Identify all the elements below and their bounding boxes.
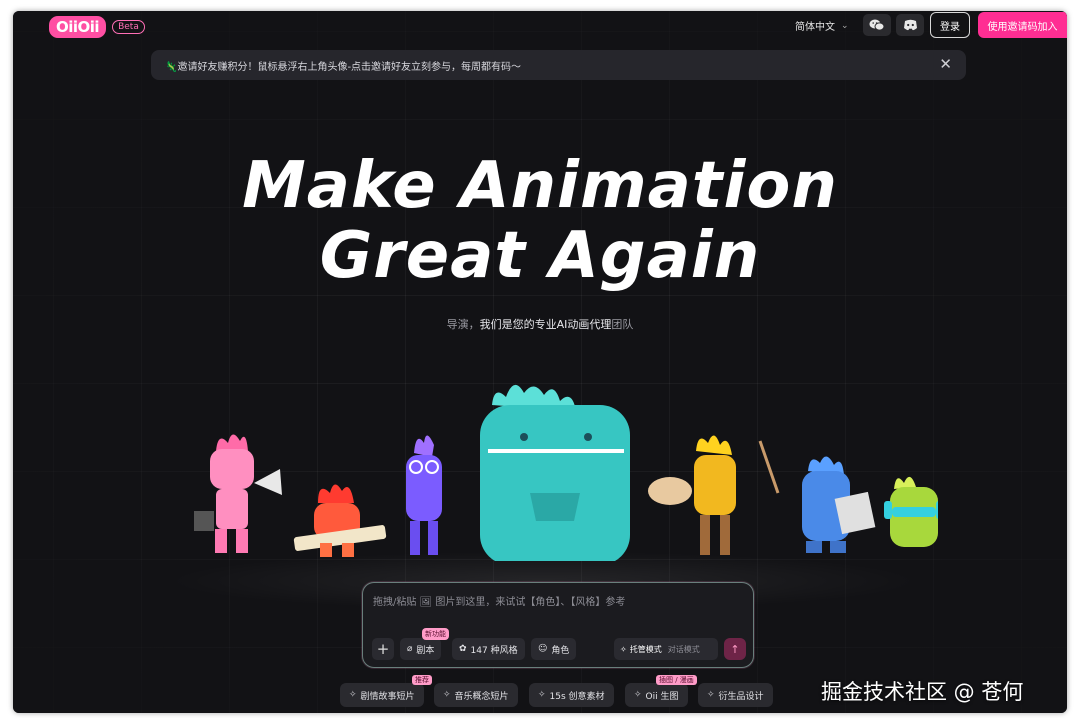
- wechat-button[interactable]: [863, 14, 891, 36]
- pink-mascot: [194, 434, 282, 553]
- green-mascot: [884, 476, 938, 547]
- managed-mode-tab[interactable]: ✧ 托管模式: [614, 644, 668, 655]
- send-button[interactable]: ↑: [724, 638, 746, 660]
- character-label: 角色: [551, 645, 570, 656]
- paperclip-icon: ⌀: [407, 644, 413, 654]
- script-label: 剧本: [416, 645, 435, 656]
- plus-icon: +: [376, 640, 390, 658]
- spark-icon: ✧: [620, 644, 627, 654]
- chip-music-short[interactable]: ✧ 音乐概念短片: [434, 683, 518, 707]
- character-button[interactable]: ☺ 角色: [531, 638, 577, 660]
- join-with-invite-button[interactable]: 使用邀请码加入: [978, 12, 1067, 38]
- yellow-painter-mascot: [648, 435, 780, 555]
- chevron-down-icon: ⌄: [841, 20, 849, 31]
- recommended-badge: 推荐: [412, 675, 432, 685]
- app-window: OiiOii Beta 简体中文 ⌄ 登录 使用邀请码加入 🦎邀请好友赚积分！鼠…: [13, 11, 1067, 713]
- login-button[interactable]: 登录: [930, 12, 970, 38]
- face-icon: ☺: [538, 644, 548, 654]
- wechat-icon: [869, 19, 885, 31]
- discord-button[interactable]: [896, 14, 924, 36]
- mode-toggle[interactable]: ✧ 托管模式 对话模式: [614, 638, 718, 660]
- chip-oii-image[interactable]: ✧ Oii 生图 插图 / 漫画: [625, 675, 697, 707]
- script-button[interactable]: ⌀ 剧本 新功能: [400, 628, 449, 660]
- chip-merch-design[interactable]: ✧ 衍生品设计: [698, 683, 773, 707]
- chip-15s-creative[interactable]: ✧ 15s 创意素材: [529, 683, 614, 707]
- watermark: 掘金技术社区 @ 苍何: [821, 680, 1024, 704]
- logo-text: OiiOii: [49, 16, 107, 38]
- language-label: 简体中文: [795, 22, 835, 33]
- style-button[interactable]: ✿ 147 种风格: [452, 638, 525, 660]
- sparkle-icon: ✧: [538, 690, 546, 700]
- invite-banner: 🦎邀请好友赚积分！鼠标悬浮右上角头像-点击邀请好友立刻参与，每周都有码～ ✕: [151, 50, 966, 80]
- sparkle-icon: ✧: [349, 690, 357, 700]
- chip-story-short[interactable]: ✧ 剧情故事短片 推荐: [340, 675, 432, 707]
- blue-mascot: [802, 456, 876, 553]
- banner-text: 🦎邀请好友赚积分！鼠标悬浮右上角头像-点击邀请好友立刻参与，每周都有码～: [165, 61, 522, 73]
- beta-badge: Beta: [112, 20, 145, 34]
- illustration-comic-badge: 插图 / 漫画: [656, 675, 697, 685]
- hero-title-line2: Great Again: [319, 219, 761, 293]
- new-feature-badge: 新功能: [422, 628, 449, 640]
- close-icon[interactable]: ✕: [939, 56, 952, 72]
- sparkle-icon: ✧: [707, 690, 715, 700]
- prompt-input-placeholder[interactable]: 拖拽/粘贴 🖼 图片到这里，来试试【角色】、【风格】参考: [373, 593, 625, 608]
- purple-mascot: [406, 435, 442, 555]
- discord-icon: [903, 19, 917, 31]
- prompt-input-box[interactable]: 拖拽/粘贴 🖼 图片到这里，来试试【角色】、【风格】参考 + ⌀ 剧本 新功能 …: [362, 582, 754, 668]
- mascot-characters-illustration: [194, 384, 938, 561]
- brand-logo[interactable]: OiiOii Beta: [49, 16, 145, 38]
- red-mascot: [293, 484, 387, 557]
- style-label: 147 种风格: [470, 645, 518, 656]
- chat-mode-tab[interactable]: 对话模式: [668, 644, 700, 655]
- sparkle-icon: ✧: [443, 690, 451, 700]
- arrow-up-icon: ↑: [730, 642, 740, 656]
- hero-subtitle: 导演，我们是您的专业AI动画代理团队: [446, 318, 634, 331]
- language-selector[interactable]: 简体中文 ⌄: [795, 18, 849, 34]
- hero-title-line1: Make Animation: [242, 149, 838, 223]
- palette-icon: ✿: [459, 644, 467, 654]
- sparkle-icon: ✧: [634, 690, 642, 700]
- teal-big-mascot: [480, 384, 630, 561]
- add-attachment-button[interactable]: +: [372, 638, 394, 660]
